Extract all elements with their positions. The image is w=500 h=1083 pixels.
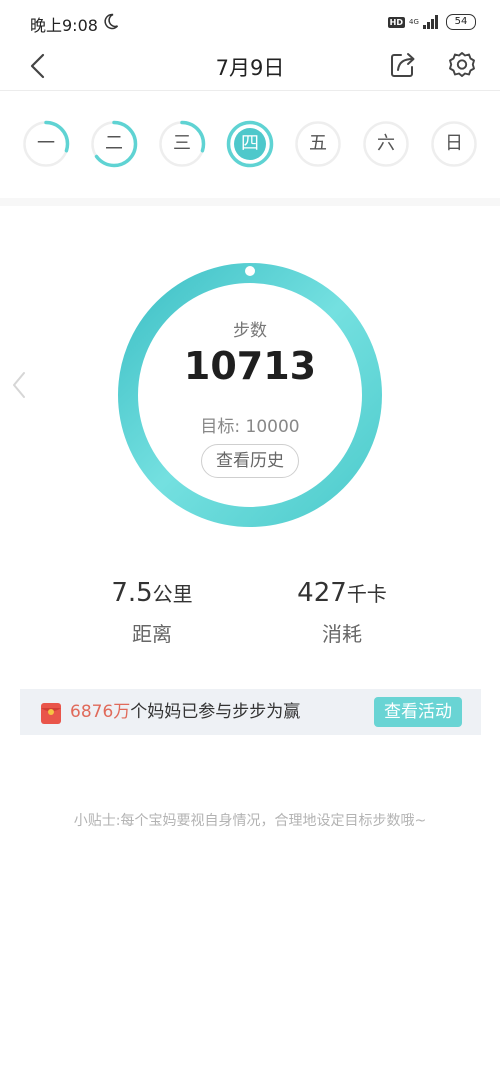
calories-value: 427	[297, 578, 347, 608]
steps-label: 步数	[233, 321, 267, 341]
day-label: 四	[241, 133, 259, 154]
status-icons: HD 4G 54	[387, 12, 476, 32]
day-label: 三	[173, 133, 191, 154]
red-envelope-icon	[41, 703, 61, 724]
step-ring: 步数 10713 目标: 10000 查看历史	[115, 260, 385, 530]
day-label: 日	[445, 133, 463, 154]
promo-text: 6876万个妈妈已参与步步为赢	[70, 689, 300, 735]
day-tue[interactable]: 二	[90, 120, 138, 168]
distance-stat: 7.5公里 距离	[52, 578, 252, 647]
moon-icon	[104, 13, 119, 30]
promo-message: 个妈妈已参与步步为赢	[130, 702, 301, 722]
day-sat[interactable]: 六	[362, 120, 410, 168]
steps-value: 10713	[183, 344, 317, 388]
day-label: 五	[309, 133, 327, 154]
distance-label: 距离	[132, 622, 172, 646]
calories-stat: 427千卡 消耗	[242, 578, 442, 647]
week-selector: 一 二 三 四 五 六 日	[0, 120, 500, 172]
steps-goal: 目标: 10000	[200, 417, 300, 437]
day-sun[interactable]: 日	[430, 120, 478, 168]
signal-icon	[423, 15, 438, 29]
nav-divider	[0, 90, 500, 91]
day-wed[interactable]: 三	[158, 120, 206, 168]
nav-bar: 7月9日	[0, 44, 500, 90]
distance-value: 7.5	[111, 578, 153, 608]
promo-banner[interactable]: 6876万个妈妈已参与步步为赢 查看活动	[20, 689, 481, 735]
promo-count: 6876万	[70, 702, 131, 722]
calories-unit: 千卡	[346, 582, 387, 606]
page-title: 7月9日	[215, 56, 285, 80]
distance-unit: 公里	[152, 582, 193, 606]
network-type: 4G	[409, 18, 419, 26]
day-mon[interactable]: 一	[22, 120, 70, 168]
day-label: 六	[377, 133, 395, 154]
hd-badge: HD	[387, 16, 405, 28]
view-activity-button[interactable]: 查看活动	[374, 697, 462, 727]
day-thu[interactable]: 四	[226, 120, 274, 168]
calories-label: 消耗	[322, 622, 362, 646]
status-bar: 晚上9:08 HD 4G 54	[0, 0, 500, 44]
prev-day-arrow-icon[interactable]	[10, 370, 28, 400]
step-counter-page: 晚上9:08 HD 4G 54 7月9日 一 二 三 四 五 六 日 步数 10…	[0, 0, 500, 1083]
section-separator	[0, 198, 500, 206]
gear-icon[interactable]	[447, 50, 477, 80]
share-icon[interactable]	[388, 50, 418, 80]
tip-text: 小贴士:每个宝妈要视自身情况，合理地设定目标步数哦~	[73, 813, 427, 829]
status-time: 晚上9:08	[30, 16, 98, 35]
battery-icon: 54	[446, 14, 476, 30]
view-history-button[interactable]: 查看历史	[201, 444, 299, 478]
day-fri[interactable]: 五	[294, 120, 342, 168]
day-label: 二	[105, 133, 123, 154]
day-label: 一	[37, 133, 55, 154]
